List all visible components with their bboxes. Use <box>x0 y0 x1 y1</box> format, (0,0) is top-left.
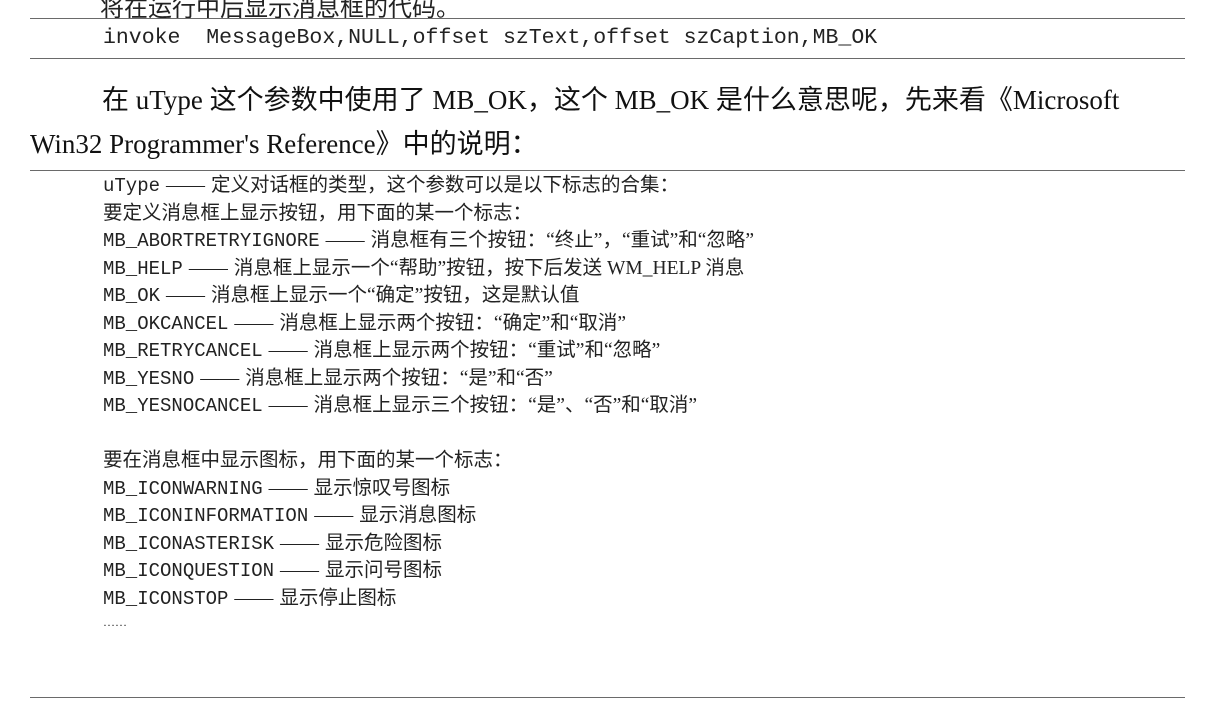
flag-row: MB_ABORTRETRYIGNORE —— 消息框有三个按钮：“终止”，“重试”和… <box>103 227 1183 255</box>
flag-row: MB_YESNO —— 消息框上显示两个按钮：“是”和“否” <box>103 365 1183 393</box>
dash: —— <box>166 175 206 196</box>
icons-heading: 要在消息框中显示图标，用下面的某一个标志： <box>103 450 513 471</box>
reference-block: uType —— 定义对话框的类型，这个参数可以是以下标志的合集： 要定义消息框上显… <box>103 172 1183 640</box>
flag-description: 消息框上显示两个按钮：“确定”和“取消” <box>279 312 627 334</box>
flag-description: 消息框上显示两个按钮：“重试”和“忽略” <box>313 340 661 361</box>
flag-row: MB_YESNOCANCEL —— 消息框上显示三个按钮：“是”、“否”和“取消” <box>103 392 1183 420</box>
flag-name: MB_ICONQUESTION <box>103 560 275 582</box>
reference-top-rule <box>30 170 1185 171</box>
document-page: 将在运行中后显示消息框的代码。 invoke MessageBox,NULL,o… <box>0 0 1210 709</box>
flag-name: MB_YESNO <box>103 367 195 390</box>
reference-utype-line: uType —— 定义对话框的类型，这个参数可以是以下标志的合集： <box>103 172 1183 200</box>
flag-description: 消息框有三个按钮：“终止”，“重试”和“忽略” <box>370 230 755 251</box>
flag-description: 定义对话框的类型，这个参数可以是以下标志的合集： <box>211 175 680 196</box>
flag-row: MB_ICONINFORMATION —— 显示消息图标 <box>103 502 1183 530</box>
flag-row: MB_HELP —— 消息框上显示一个“帮助”按钮，按下后发送 WM_HELP 消息 <box>103 255 1183 283</box>
flag-description: 显示消息图标 <box>359 505 477 526</box>
dash: —— <box>268 395 308 416</box>
code-line: invoke MessageBox,NULL,offset szText,off… <box>103 26 878 50</box>
code-top-rule <box>30 18 1185 19</box>
flag-name: MB_RETRYCANCEL <box>103 340 263 362</box>
dash: —— <box>234 312 274 334</box>
dash: —— <box>188 257 228 279</box>
dash: —— <box>268 340 308 361</box>
flag-name: MB_YESNOCANCEL <box>103 395 263 417</box>
flag-description: 消息框上显示一个“帮助”按钮，按下后发送 WM_HELP 消息 <box>233 257 745 279</box>
flag-name: MB_OKCANCEL <box>103 312 229 335</box>
dash: —— <box>280 560 320 581</box>
reference-bottom-rule <box>30 697 1185 698</box>
flag-row: MB_RETRYCANCEL —— 消息框上显示两个按钮：“重试”和“忽略” <box>103 337 1183 365</box>
flag-description: 显示惊叹号图标 <box>313 477 451 499</box>
dash: —— <box>268 477 308 499</box>
cropped-text-line: 将在运行中后显示消息框的代码。 <box>100 0 460 22</box>
body-paragraph: 在 uType 这个参数中使用了 MB_OK，这个 MB_OK 是什么意思呢，先… <box>30 78 1180 166</box>
dash: —— <box>314 505 354 526</box>
flag-name: MB_ICONSTOP <box>103 587 229 610</box>
flag-description: 显示危险图标 <box>325 532 443 554</box>
flag-description: 消息框上显示三个按钮：“是”、“否”和“取消” <box>313 395 698 416</box>
flag-description: 消息框上显示一个“确定”按钮，这是默认值 <box>211 285 580 306</box>
dash: —— <box>280 532 320 554</box>
buttons-heading: 要定义消息框上显示按钮，用下面的某一个标志： <box>103 202 533 224</box>
dash: —— <box>234 587 274 609</box>
flag-name: MB_OK <box>103 285 161 307</box>
paragraph-line-1: 在 uType 这个参数中使用了 MB_OK，这个 MB_OK 是什么意思呢，先… <box>102 85 1120 115</box>
flag-row: MB_OKCANCEL —— 消息框上显示两个按钮：“确定”和“取消” <box>103 310 1183 338</box>
flag-row: MB_ICONSTOP —— 显示停止图标 <box>103 585 1183 613</box>
flag-name: MB_ABORTRETRYIGNORE <box>103 230 320 252</box>
flag-row: MB_ICONWARNING —— 显示惊叹号图标 <box>103 475 1183 503</box>
flag-description: 显示问号图标 <box>325 560 443 581</box>
code-bottom-rule <box>30 58 1185 59</box>
flag-row: MB_ICONQUESTION —— 显示问号图标 <box>103 557 1183 585</box>
flag-row: MB_ICONASTERISK —— 显示危险图标 <box>103 530 1183 558</box>
flag-name: MB_HELP <box>103 257 183 280</box>
flag-name: MB_ICONINFORMATION <box>103 505 309 527</box>
flag-row: MB_OK —— 消息框上显示一个“确定”按钮，这是默认值 <box>103 282 1183 310</box>
dash: —— <box>325 230 365 251</box>
flag-name: uType <box>103 175 161 197</box>
ellipsis: …… <box>103 615 127 629</box>
flag-name: MB_ICONASTERISK <box>103 532 275 555</box>
dash: —— <box>200 367 240 389</box>
flag-description: 显示停止图标 <box>279 587 397 609</box>
paragraph-line-2: Win32 Programmer's Reference》中的说明： <box>30 129 538 159</box>
dash: —— <box>166 285 206 306</box>
flag-name: MB_ICONWARNING <box>103 477 263 500</box>
flag-description: 消息框上显示两个按钮：“是”和“否” <box>245 367 553 389</box>
